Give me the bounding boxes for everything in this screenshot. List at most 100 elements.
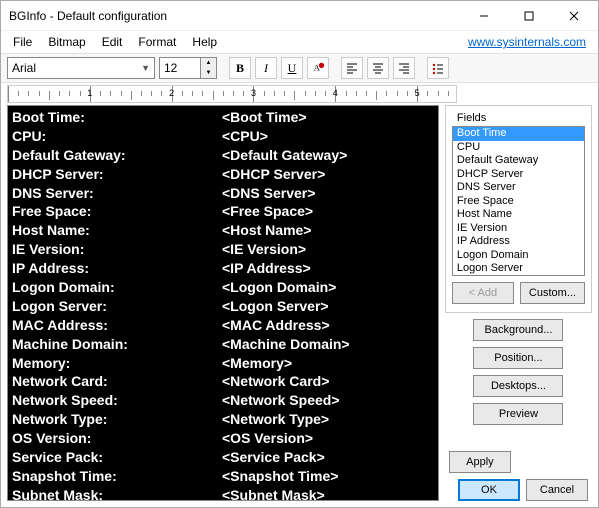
font-size-input[interactable]	[159, 57, 201, 79]
editor-row-label: Boot Time:	[12, 108, 222, 127]
align-left-button[interactable]	[341, 57, 363, 79]
menu-edit[interactable]: Edit	[94, 33, 131, 51]
content-area: Boot Time:<Boot Time>CPU:<CPU> Default Ga…	[1, 105, 598, 507]
ok-button[interactable]: OK	[458, 479, 520, 501]
align-center-button[interactable]	[367, 57, 389, 79]
editor-row-label: DHCP Server:	[12, 165, 222, 184]
editor-row: Logon Domain:<Logon Domain>	[12, 278, 434, 297]
font-size-spinner[interactable]: ▲▼	[201, 57, 217, 79]
editor-row-label: MAC Address:	[12, 316, 222, 335]
editor-row-value: <CPU>	[222, 127, 268, 146]
menubar: File Bitmap Edit Format Help www.sysinte…	[1, 31, 598, 53]
fields-label: Fields	[454, 112, 489, 124]
editor-row: IP Address:<IP Address>	[12, 259, 434, 278]
editor-row: Network Type:<Network Type>	[12, 410, 434, 429]
chevron-down-icon: ▼	[141, 63, 150, 73]
fields-list-item[interactable]: IP Address	[453, 235, 584, 249]
editor-row: Service Pack:<Service Pack>	[12, 448, 434, 467]
editor-row-label: Subnet Mask:	[12, 486, 222, 501]
editor-row-label: Network Card:	[12, 372, 222, 391]
editor-row-value: <Snapshot Time>	[222, 467, 338, 486]
menu-format[interactable]: Format	[130, 33, 184, 51]
maximize-button[interactable]	[506, 2, 551, 30]
fields-list-item[interactable]: Boot Time	[453, 127, 584, 141]
menu-file[interactable]: File	[5, 33, 40, 51]
editor-row-label: Machine Domain:	[12, 335, 222, 354]
fields-list-item[interactable]: Free Space	[453, 195, 584, 209]
bold-button[interactable]: B	[229, 57, 251, 79]
window-title: BGInfo - Default configuration	[9, 9, 461, 23]
position-button[interactable]: Position...	[473, 347, 563, 369]
underline-button[interactable]: U	[281, 57, 303, 79]
bullet-list-button[interactable]	[427, 57, 449, 79]
menu-help[interactable]: Help	[184, 33, 225, 51]
editor-row-label: IP Address:	[12, 259, 222, 278]
editor-row-value: <Memory>	[222, 354, 292, 373]
editor-row-value: <Boot Time>	[222, 108, 307, 127]
ruler[interactable]: 12345	[7, 85, 457, 103]
editor-row: IE Version:<IE Version>	[12, 240, 434, 259]
editor-row: Boot Time:<Boot Time>	[12, 108, 434, 127]
editor-row-label: DNS Server:	[12, 184, 222, 203]
apply-button[interactable]: Apply	[449, 451, 511, 473]
preview-button[interactable]: Preview	[473, 403, 563, 425]
background-button[interactable]: Background...	[473, 319, 563, 341]
editor-row-label: CPU:	[12, 127, 222, 146]
editor[interactable]: Boot Time:<Boot Time>CPU:<CPU>Default Ga…	[7, 105, 439, 501]
cancel-button[interactable]: Cancel	[526, 479, 588, 501]
custom-button[interactable]: Custom...	[520, 282, 585, 304]
editor-row-label: Logon Server:	[12, 297, 222, 316]
toolbar: Arial ▼ ▲▼ B I U A	[1, 53, 598, 83]
editor-row-value: <Free Space>	[222, 202, 313, 221]
editor-row-label: Free Space:	[12, 202, 222, 221]
editor-row: CPU:<CPU>	[12, 127, 434, 146]
app-window: BGInfo - Default configuration File Bitm…	[0, 0, 599, 508]
fields-list-item[interactable]: Host Name	[453, 208, 584, 222]
italic-button[interactable]: I	[255, 57, 277, 79]
font-select[interactable]: Arial ▼	[7, 57, 155, 79]
editor-row: DHCP Server:<DHCP Server>	[12, 165, 434, 184]
editor-row-label: Network Type:	[12, 410, 222, 429]
fields-list-item[interactable]: Default Gateway	[453, 154, 584, 168]
align-right-button[interactable]	[393, 57, 415, 79]
desktops-button[interactable]: Desktops...	[473, 375, 563, 397]
editor-row-label: Memory:	[12, 354, 222, 373]
font-color-button[interactable]: A	[307, 57, 329, 79]
editor-row-value: <Network Speed>	[222, 391, 340, 410]
editor-row-value: <Machine Domain>	[222, 335, 350, 354]
fields-list-item[interactable]: DHCP Server	[453, 168, 584, 182]
close-button[interactable]	[551, 2, 596, 30]
editor-row-value: <OS Version>	[222, 429, 313, 448]
fields-list-item[interactable]: MAC Address	[453, 276, 584, 277]
ruler-number: 2	[169, 88, 174, 98]
editor-row: Memory:<Memory>	[12, 354, 434, 373]
fields-list-item[interactable]: Logon Server	[453, 262, 584, 276]
ruler-number: 3	[251, 88, 256, 98]
sysinternals-link[interactable]: www.sysinternals.com	[468, 35, 594, 49]
editor-row-value: <IP Address>	[222, 259, 311, 278]
editor-row-value: <Network Card>	[222, 372, 329, 391]
editor-row-label: Service Pack:	[12, 448, 222, 467]
editor-row-value: <Logon Server>	[222, 297, 329, 316]
add-button[interactable]: < Add	[452, 282, 514, 304]
editor-row: Network Speed:<Network Speed>	[12, 391, 434, 410]
minimize-button[interactable]	[461, 2, 506, 30]
fields-listbox[interactable]: Boot TimeCPUDefault GatewayDHCP ServerDN…	[452, 126, 585, 276]
fields-list-item[interactable]: CPU	[453, 141, 584, 155]
editor-row: Logon Server:<Logon Server>	[12, 297, 434, 316]
sidebar: Fields Boot TimeCPUDefault GatewayDHCP S…	[445, 105, 592, 501]
editor-row: OS Version:<OS Version>	[12, 429, 434, 448]
ruler-number: 1	[87, 88, 92, 98]
editor-row-value: <IE Version>	[222, 240, 306, 259]
fields-list-item[interactable]: IE Version	[453, 222, 584, 236]
editor-row-value: <Network Type>	[222, 410, 329, 429]
editor-row: Free Space:<Free Space>	[12, 202, 434, 221]
editor-row-label: OS Version:	[12, 429, 222, 448]
menu-bitmap[interactable]: Bitmap	[40, 33, 93, 51]
editor-row-value: <Host Name>	[222, 221, 311, 240]
fields-list-item[interactable]: Logon Domain	[453, 249, 584, 263]
editor-row: Network Card:<Network Card>	[12, 372, 434, 391]
fields-list-item[interactable]: DNS Server	[453, 181, 584, 195]
dialog-buttons: Apply OK Cancel	[445, 451, 592, 501]
editor-row-value: <Logon Domain>	[222, 278, 336, 297]
